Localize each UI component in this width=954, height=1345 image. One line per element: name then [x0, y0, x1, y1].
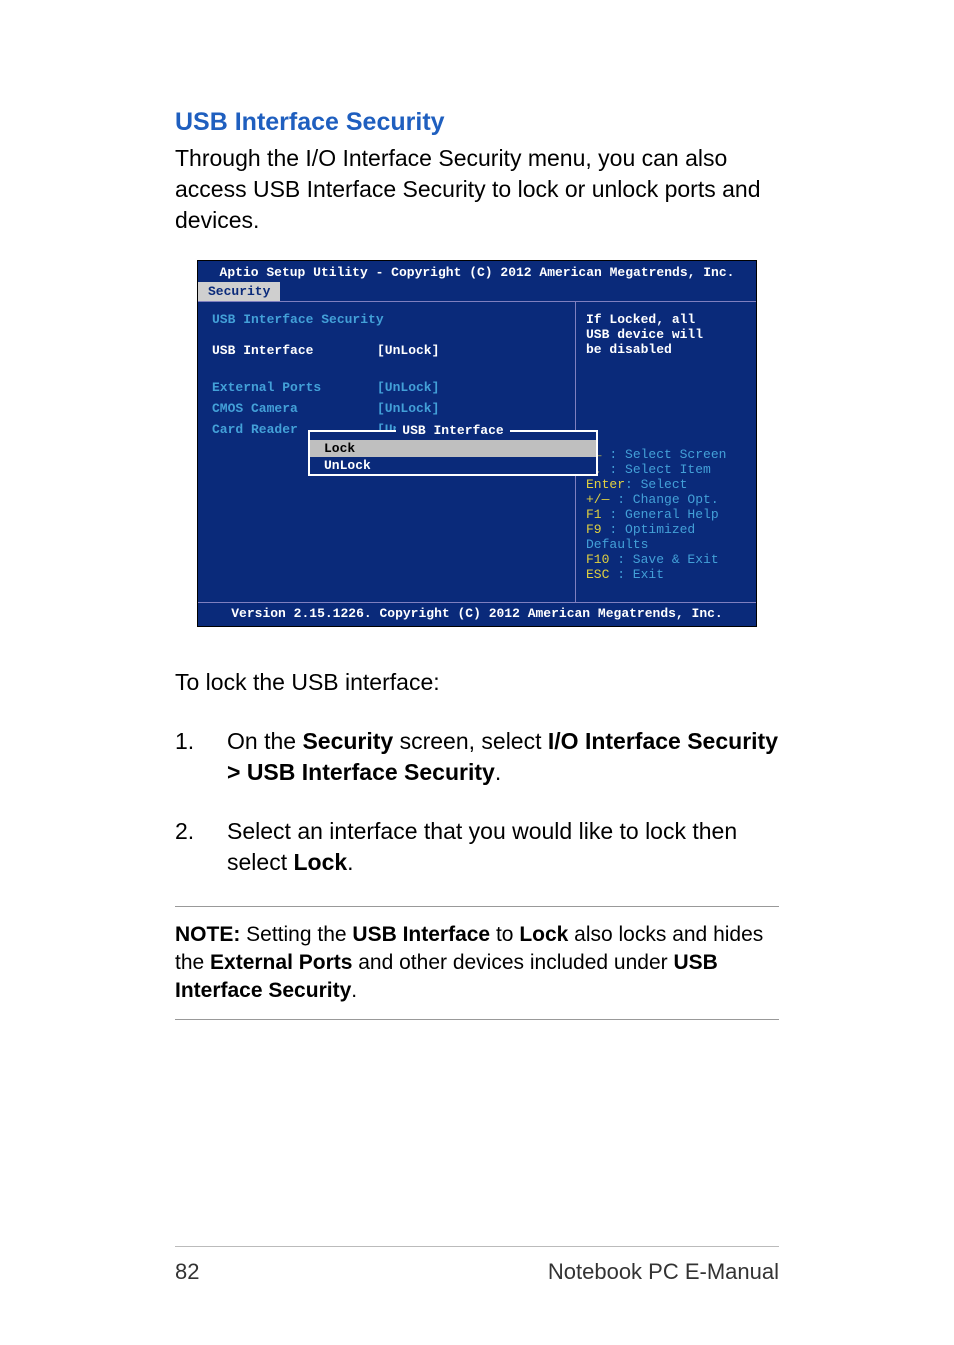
help-nav-line: ESC : Exit: [586, 567, 746, 582]
bios-main-panel: USB Interface Security USB Interface [Un…: [198, 302, 576, 602]
bios-footer: Version 2.15.1226. Copyright (C) 2012 Am…: [198, 602, 756, 626]
bios-screenshot: Aptio Setup Utility - Copyright (C) 2012…: [197, 260, 757, 627]
bios-row-cmos-camera[interactable]: CMOS Camera [UnLock]: [212, 401, 561, 416]
divider: [175, 1019, 779, 1020]
tab-security[interactable]: Security: [198, 282, 280, 301]
bios-value: [UnLock]: [377, 401, 439, 416]
step-1: 1. On the Security screen, select I/O In…: [175, 726, 779, 788]
help-desc: be disabled: [586, 342, 746, 357]
popup-option-lock[interactable]: Lock: [310, 440, 596, 457]
bios-title: Aptio Setup Utility - Copyright (C) 2012…: [198, 261, 756, 282]
step-2: 2. Select an interface that you would li…: [175, 816, 779, 878]
note-block: NOTE: Setting the USB Interface to Lock …: [175, 921, 779, 1004]
help-nav-line: F9 : Optimized: [586, 522, 746, 537]
doc-title: Notebook PC E-Manual: [548, 1259, 779, 1285]
bios-value: [UnLock]: [377, 343, 439, 358]
bios-label: External Ports: [212, 380, 377, 395]
bios-popup-title: USB Interface: [310, 423, 596, 440]
popup-option-unlock[interactable]: UnLock: [310, 457, 596, 474]
help-desc: If Locked, all: [586, 312, 746, 327]
bios-panel-heading: USB Interface Security: [212, 312, 561, 327]
bios-tab-bar: Security: [198, 282, 756, 301]
lock-intro: To lock the USB interface:: [175, 667, 779, 698]
page-footer: 82 Notebook PC E-Manual: [175, 1246, 779, 1285]
bios-value: [UnLock]: [377, 380, 439, 395]
bios-popup-usb-interface: USB Interface Lock UnLock: [308, 430, 598, 476]
help-nav-line: Defaults: [586, 537, 746, 552]
intro-paragraph: Through the I/O Interface Security menu,…: [175, 143, 779, 236]
help-desc: USB device will: [586, 327, 746, 342]
help-nav-line: F1 : General Help: [586, 507, 746, 522]
bios-label: CMOS Camera: [212, 401, 377, 416]
bios-row-usb-interface[interactable]: USB Interface [UnLock]: [212, 343, 561, 358]
help-nav-line: ↑↓ : Select Item: [586, 462, 746, 477]
help-nav-line: F10 : Save & Exit: [586, 552, 746, 567]
bios-help-panel: If Locked, all USB device will be disabl…: [576, 302, 756, 602]
bios-row-external-ports[interactable]: External Ports [UnLock]: [212, 380, 561, 395]
step-text: Select an interface that you would like …: [227, 816, 779, 878]
help-nav-line: Enter: Select: [586, 477, 746, 492]
step-number: 2.: [175, 816, 227, 878]
section-heading: USB Interface Security: [175, 108, 779, 137]
page-number: 82: [175, 1259, 199, 1285]
divider: [175, 906, 779, 907]
bios-label: USB Interface: [212, 343, 377, 358]
step-number: 1.: [175, 726, 227, 788]
help-nav-line: →← : Select Screen: [586, 447, 746, 462]
help-nav-line: +/— : Change Opt.: [586, 492, 746, 507]
steps-list: 1. On the Security screen, select I/O In…: [175, 726, 779, 878]
step-text: On the Security screen, select I/O Inter…: [227, 726, 779, 788]
